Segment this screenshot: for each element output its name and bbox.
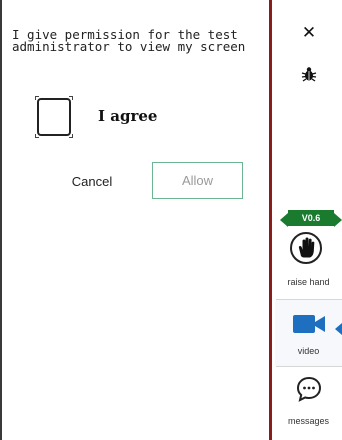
allow-button[interactable]: Allow (152, 162, 243, 199)
close-button[interactable]: ✕ (299, 23, 319, 43)
cancel-button[interactable]: Cancel (52, 164, 132, 200)
bug-icon (301, 67, 317, 82)
agree-label: I agree (98, 107, 158, 125)
permission-panel: I give permission for the test administr… (0, 0, 272, 440)
agree-checkbox[interactable] (35, 96, 73, 138)
raise-hand-label: raise hand (287, 277, 330, 287)
video-button[interactable]: video (275, 300, 342, 366)
permission-message: I give permission for the test administr… (12, 27, 246, 54)
version-badge: V0.6 (280, 210, 342, 227)
messages-button[interactable]: messages (275, 367, 342, 440)
video-label: video (297, 346, 320, 356)
raise-hand-button[interactable]: raise hand (275, 232, 342, 298)
video-camera-icon (293, 315, 325, 333)
video-options-arrow-icon[interactable] (335, 323, 342, 335)
messages-label: messages (287, 416, 330, 426)
messages-icon (296, 376, 322, 402)
close-icon: ✕ (301, 23, 317, 43)
raise-hand-icon (290, 232, 322, 264)
bug-report-button[interactable] (301, 66, 317, 82)
